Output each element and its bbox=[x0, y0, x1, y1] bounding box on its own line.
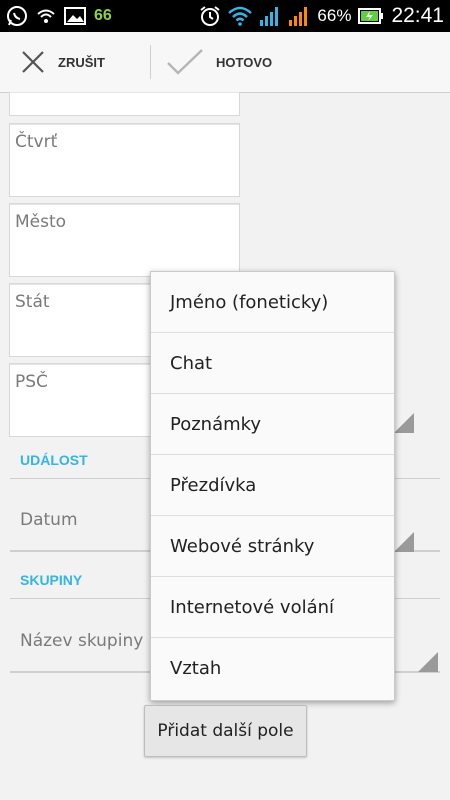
checkmark-icon bbox=[166, 48, 204, 76]
clock-time: 22:41 bbox=[391, 4, 444, 27]
status-bar: 66 66% 22:41 bbox=[0, 0, 450, 32]
menu-item-internet-call[interactable]: Internetové volání bbox=[151, 577, 394, 638]
status-bar-right: 66% 22:41 bbox=[199, 4, 444, 28]
notification-count: 66 bbox=[94, 7, 112, 24]
battery-charging-icon bbox=[358, 8, 384, 24]
done-button[interactable]: HOTOVO bbox=[166, 32, 272, 92]
menu-item-notes[interactable]: Poznámky bbox=[151, 394, 394, 455]
zip-placeholder: PSČ bbox=[15, 372, 48, 392]
city-field[interactable]: Město bbox=[9, 203, 240, 277]
signal-orange-icon bbox=[288, 6, 310, 26]
street-field[interactable] bbox=[9, 92, 240, 116]
close-icon bbox=[20, 49, 46, 75]
signal-blue-icon bbox=[259, 6, 281, 26]
menu-item-chat[interactable]: Chat bbox=[151, 333, 394, 394]
image-icon bbox=[64, 6, 86, 26]
status-bar-left: 66 bbox=[6, 4, 112, 28]
menu-item-phonetic-name[interactable]: Jméno (foneticky) bbox=[151, 272, 394, 333]
wifi-icon bbox=[228, 6, 253, 26]
date-spinner-label[interactable]: Datum bbox=[20, 510, 78, 530]
city-placeholder: Město bbox=[15, 212, 67, 232]
cancel-button[interactable]: ZRUŠIT bbox=[20, 32, 105, 92]
cancel-label: ZRUŠIT bbox=[58, 54, 105, 70]
event-section-header: UDÁLOST bbox=[20, 452, 88, 468]
alarm-icon bbox=[199, 5, 221, 27]
battery-percent: 66% bbox=[317, 6, 352, 25]
state-placeholder: Stát bbox=[15, 292, 50, 312]
menu-item-nickname[interactable]: Přezdívka bbox=[151, 455, 394, 516]
menu-item-relationship[interactable]: Vztah bbox=[151, 638, 394, 699]
add-field-button[interactable]: Přidat další pole bbox=[144, 705, 307, 757]
date-spinner-corner-icon bbox=[394, 532, 414, 552]
menu-item-website[interactable]: Webové stránky bbox=[151, 516, 394, 577]
add-field-popup-menu: Jméno (foneticky) Chat Poznámky Přezdívk… bbox=[150, 271, 395, 701]
done-label: HOTOVO bbox=[216, 54, 273, 70]
action-bar: ZRUŠIT HOTOVO bbox=[0, 32, 450, 93]
whatsapp-icon bbox=[6, 5, 28, 27]
spinner-corner-icon bbox=[394, 413, 414, 433]
action-bar-divider bbox=[150, 45, 151, 79]
group-spinner-corner-icon bbox=[418, 652, 438, 672]
wifi-small-icon bbox=[36, 6, 56, 26]
district-placeholder: Čtvrť bbox=[15, 132, 58, 152]
district-field[interactable]: Čtvrť bbox=[9, 123, 240, 197]
groups-section-header: SKUPINY bbox=[20, 572, 83, 588]
group-name-spinner-label[interactable]: Název skupiny bbox=[20, 631, 143, 651]
